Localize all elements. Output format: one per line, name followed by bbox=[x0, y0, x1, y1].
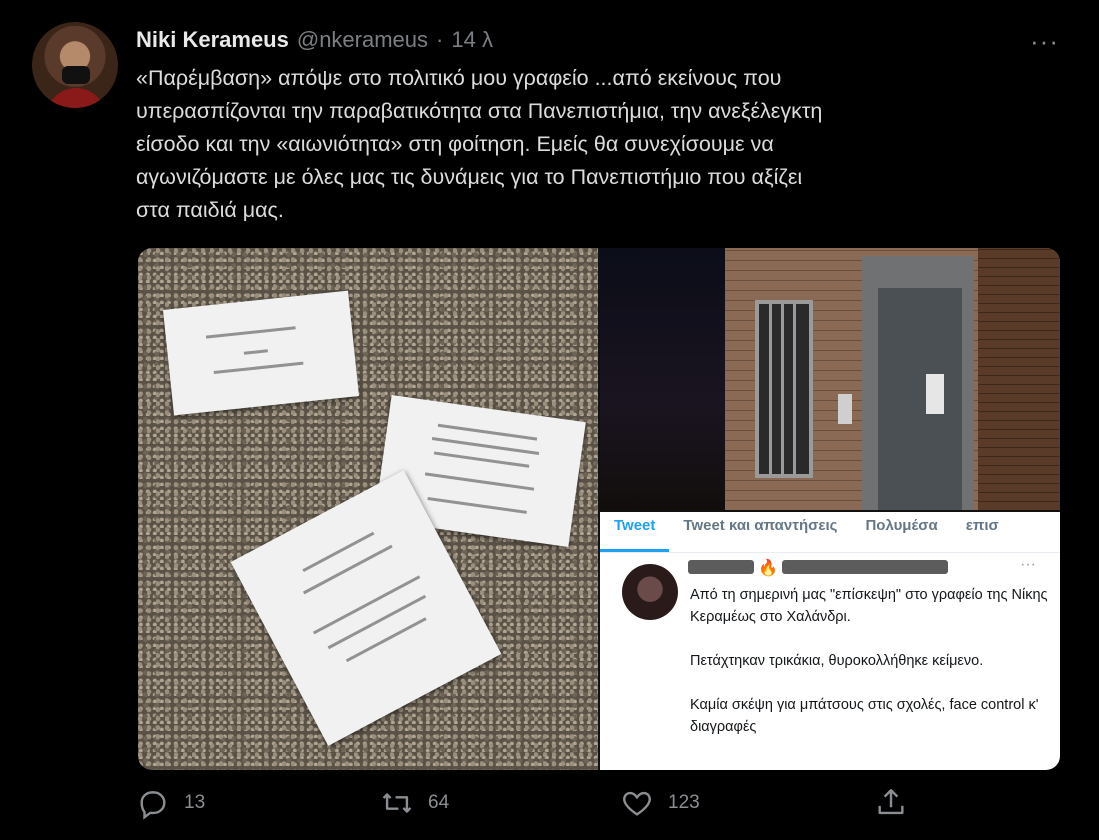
leaflet-text-line bbox=[302, 531, 375, 572]
header-separator: · bbox=[436, 27, 444, 52]
tweet-text-line: αγωνιζόμαστε με όλες μας τις δυνάμεις γι… bbox=[136, 165, 803, 189]
tweet-actions: 13 64 123 bbox=[136, 786, 936, 826]
profile-tabs: Tweet Tweet και απαντήσεις Πολυμέσα επισ bbox=[600, 512, 1060, 553]
retweet-count: 64 bbox=[428, 792, 450, 813]
tab-tweets-and-replies: Tweet και απαντήσεις bbox=[683, 517, 838, 534]
window-bar bbox=[781, 304, 784, 474]
posted-notice bbox=[926, 374, 944, 414]
embedded-paragraph: Πετάχτηκαν τρικάκια, θυροκολλήθηκε κείμε… bbox=[690, 653, 984, 669]
share-button[interactable] bbox=[874, 786, 908, 820]
more-icon[interactable]: ··· bbox=[1030, 26, 1059, 57]
intercom bbox=[838, 394, 852, 424]
window-bar bbox=[793, 304, 796, 474]
tweet: Niki Kerameus @nkerameus · 14 λ ··· «Παρ… bbox=[0, 0, 1099, 840]
reply-count: 13 bbox=[184, 792, 206, 813]
author-name[interactable]: Niki Kerameus bbox=[136, 27, 289, 53]
photo-leaflets-on-ground[interactable] bbox=[138, 248, 598, 770]
reply-button[interactable]: 13 bbox=[136, 786, 205, 820]
avatar-shirt bbox=[46, 88, 106, 108]
tweet-text-line: είσοδο και την «αιωνιότητα» στη φοίτηση.… bbox=[136, 132, 774, 156]
leaflet-text-line bbox=[437, 423, 538, 441]
tweet-text-line: στα παιδιά μας. bbox=[136, 198, 284, 222]
retweet-icon bbox=[382, 793, 412, 813]
photo-office-entrance[interactable] bbox=[600, 248, 1060, 510]
tweet-text-line: υπερασπίζονται την παραβατικότητα στα Πα… bbox=[136, 99, 823, 123]
dark-brick-wall bbox=[978, 248, 1060, 510]
like-button[interactable]: 123 bbox=[620, 786, 700, 820]
leaflet-text-line bbox=[424, 472, 535, 491]
leaflet-text-line bbox=[243, 349, 268, 355]
share-icon bbox=[878, 789, 904, 815]
tab-truncated: επισ bbox=[965, 517, 999, 534]
tweet-header: Niki Kerameus @nkerameus · 14 λ bbox=[136, 26, 493, 54]
embedded-more-icon: ··· bbox=[1020, 556, 1036, 573]
leaflet-text-line bbox=[433, 451, 530, 468]
leaflet-text-line bbox=[205, 326, 296, 339]
office-door bbox=[878, 288, 962, 510]
leaflet bbox=[162, 290, 360, 416]
tab-tweet: Tweet bbox=[600, 512, 670, 552]
tweet-media[interactable]: Tweet Tweet και απαντήσεις Πολυμέσα επισ… bbox=[138, 248, 1060, 770]
fire-icon: 🔥 bbox=[758, 560, 778, 577]
night-sky bbox=[600, 248, 730, 510]
avatar-mask bbox=[62, 66, 90, 84]
tweet-text-line: «Παρέμβαση» απόψε στο πολιτικό μου γραφε… bbox=[136, 66, 782, 90]
redacted-handle bbox=[782, 560, 948, 574]
author-avatar[interactable] bbox=[32, 22, 118, 108]
leaflet-text-line bbox=[427, 496, 527, 514]
retweet-button[interactable]: 64 bbox=[380, 786, 449, 820]
leaflet-text-line bbox=[213, 361, 304, 375]
reply-icon bbox=[140, 791, 166, 820]
embedded-tweet-text: Από τη σημερινή μας "επίσκεψη" στο γραφε… bbox=[690, 584, 1050, 760]
redacted-name bbox=[688, 560, 754, 574]
embedded-paragraph: Καμία σκέψη για μπάτσους στις σχολές, fa… bbox=[690, 697, 1039, 735]
like-icon bbox=[623, 791, 651, 816]
leaflet-text-line bbox=[345, 617, 427, 663]
author-handle[interactable]: @nkerameus bbox=[297, 27, 428, 53]
like-count: 123 bbox=[668, 792, 700, 813]
embedded-avatar bbox=[622, 564, 678, 620]
barred-window bbox=[755, 300, 813, 478]
leaflet-text-line bbox=[327, 594, 427, 650]
tab-media: Πολυμέσα bbox=[865, 517, 938, 534]
tweet-text: «Παρέμβαση» απόψε στο πολιτικό μου γραφε… bbox=[136, 62, 1066, 227]
tweet-timestamp[interactable]: 14 λ bbox=[451, 27, 493, 53]
leaflet-text-line bbox=[302, 544, 393, 595]
window-bar bbox=[769, 304, 772, 474]
leaflet-text-line bbox=[431, 437, 540, 456]
embedded-paragraph: Από τη σημερινή μας "επίσκεψη" στο γραφε… bbox=[690, 587, 1048, 625]
embedded-tweet-screenshot[interactable]: Tweet Tweet και απαντήσεις Πολυμέσα επισ… bbox=[600, 512, 1060, 770]
